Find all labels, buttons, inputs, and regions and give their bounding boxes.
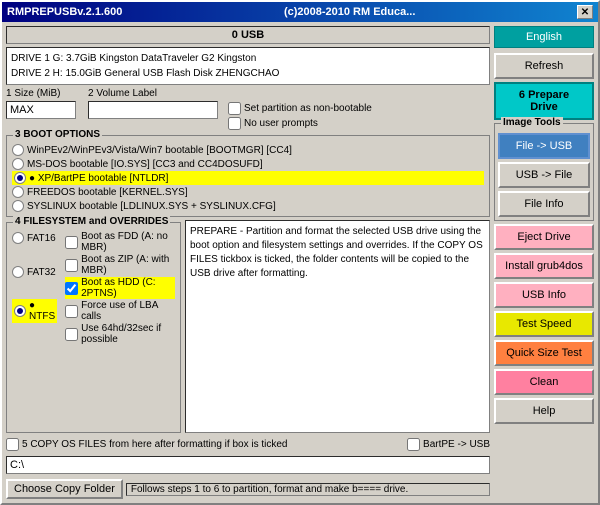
footer-row: Choose Copy Folder Follows steps 1 to 6 … (6, 479, 490, 499)
fs-ntfs[interactable]: ● NTFS (12, 299, 57, 323)
boot-hdd-label[interactable]: Boot as HDD (C: 2PTNS) (65, 277, 175, 299)
filesystem-layout: FAT16 FAT32 ● NTFS (12, 231, 175, 345)
boot-option-0[interactable]: WinPEv2/WinPEv3/Vista/Win7 bootable [BOO… (12, 143, 484, 157)
right-panel: English Refresh 6 Prepare Drive Image To… (494, 26, 594, 499)
radio-3[interactable] (12, 186, 24, 198)
refresh-button[interactable]: Refresh (494, 53, 594, 79)
bartpe-checkbox[interactable] (407, 438, 420, 451)
force-lba-label[interactable]: Force use of LBA calls (65, 300, 175, 322)
fs-fat32[interactable]: FAT32 (12, 265, 57, 279)
close-button[interactable]: ✕ (577, 5, 593, 19)
copy-os-row: 5 COPY OS FILES from here after formatti… (6, 438, 490, 451)
boot-zip-label[interactable]: Boot as ZIP (A: with MBR) (65, 254, 175, 276)
boot-hdd-checkbox[interactable] (65, 282, 78, 295)
radio-4[interactable] (12, 200, 24, 212)
boot-option-4[interactable]: SYSLINUX bootable [LDLINUX.SYS + SYSLINU… (12, 199, 484, 213)
step-text: Follows steps 1 to 6 to partition, forma… (126, 483, 490, 496)
usb-header: 0 USB (6, 26, 490, 44)
main-window: RMPREPUSBv.2.1.600 (c)2008-2010 RM Educa… (0, 0, 600, 505)
partition-checkboxes: Set partition as non-bootable No user pr… (228, 102, 372, 130)
radio-fat16[interactable] (12, 232, 24, 244)
prepare-text-box: PREPARE - Partition and format the selec… (185, 220, 490, 433)
image-tools-title: Image Tools (501, 117, 563, 128)
quick-size-test-button[interactable]: Quick Size Test (494, 340, 594, 366)
main-area: 0 USB DRIVE 1 G: 3.7GiB Kingston DataTra… (2, 22, 598, 503)
choose-copy-folder-button[interactable]: Choose Copy Folder (6, 479, 123, 499)
fs-gap2 (12, 280, 57, 298)
radio-0[interactable] (12, 144, 24, 156)
usb-info-button[interactable]: USB Info (494, 282, 594, 308)
title-right: (c)2008-2010 RM Educa... (284, 6, 415, 18)
test-speed-button[interactable]: Test Speed (494, 311, 594, 337)
boot-zip-checkbox[interactable] (65, 259, 78, 272)
force-lba-checkbox[interactable] (65, 305, 78, 318)
fs-fat16[interactable]: FAT16 (12, 231, 57, 245)
bottom-panels: 4 FILESYSTEM and OVERRIDES FAT16 FAT32 (6, 220, 490, 433)
volume-input[interactable] (88, 101, 218, 119)
filesystem-title: 4 FILESYSTEM and OVERRIDES (13, 216, 170, 227)
no-user-prompts-label[interactable]: No user prompts (228, 117, 372, 130)
radio-1[interactable] (12, 158, 24, 170)
boot-options-title: 3 BOOT OPTIONS (13, 129, 102, 140)
drives-section: DRIVE 1 G: 3.7GiB Kingston DataTraveler … (6, 47, 490, 85)
install-grub4dos-button[interactable]: Install grub4dos (494, 253, 594, 279)
usb-to-file-button[interactable]: USB -> File (498, 162, 590, 188)
prepare-text: PREPARE - Partition and format the selec… (190, 225, 485, 281)
fs-gap1 (12, 246, 57, 264)
drive1-text: DRIVE 1 G: 3.7GiB Kingston DataTraveler … (11, 51, 485, 66)
help-button[interactable]: Help (494, 398, 594, 424)
boot-options-section: 3 BOOT OPTIONS WinPEv2/WinPEv3/Vista/Win… (6, 135, 490, 217)
set-partition-checkbox[interactable] (228, 102, 241, 115)
boot-fdd-label[interactable]: Boot as FDD (A: no MBR) (65, 231, 175, 253)
image-tools-section: Image Tools File -> USB USB -> File File… (494, 123, 594, 221)
volume-group: 2 Volume Label (88, 88, 218, 119)
drive2-text: DRIVE 2 H: 15.0GiB General USB Flash Dis… (11, 66, 485, 81)
language-selector[interactable]: English (494, 26, 594, 48)
boot-options-list: WinPEv2/WinPEv3/Vista/Win7 bootable [BOO… (12, 143, 484, 213)
eject-drive-button[interactable]: Eject Drive (494, 224, 594, 250)
title-left: RMPREPUSBv.2.1.600 (7, 6, 122, 18)
boot-option-1[interactable]: MS-DOS bootable [IO.SYS] [CC3 and CC4DOS… (12, 157, 484, 171)
filesystem-section: 4 FILESYSTEM and OVERRIDES FAT16 FAT32 (6, 222, 181, 433)
copy-os-checkbox[interactable] (6, 438, 19, 451)
fs-radio-options: FAT16 FAT32 ● NTFS (12, 231, 57, 345)
title-bar: RMPREPUSBv.2.1.600 (c)2008-2010 RM Educa… (2, 2, 598, 22)
folder-path-input[interactable] (6, 456, 490, 474)
prepare-drive-button[interactable]: 6 Prepare Drive (494, 82, 594, 120)
copy-os-label[interactable]: 5 COPY OS FILES from here after formatti… (6, 438, 287, 451)
boot-fdd-checkbox[interactable] (65, 236, 78, 249)
no-user-prompts-checkbox[interactable] (228, 117, 241, 130)
radio-ntfs[interactable] (14, 305, 26, 317)
radio-2[interactable] (14, 172, 26, 184)
boot-option-2[interactable]: ● XP/BartPE bootable [NTLDR] (12, 171, 484, 185)
use-64hd-checkbox[interactable] (65, 328, 78, 341)
size-label: 1 Size (MiB) (6, 88, 76, 99)
size-input[interactable] (6, 101, 76, 119)
file-to-usb-button[interactable]: File -> USB (498, 133, 590, 159)
file-info-button[interactable]: File Info (498, 191, 590, 217)
clean-button[interactable]: Clean (494, 369, 594, 395)
size-volume-row: 1 Size (MiB) 2 Volume Label Set partitio… (6, 88, 490, 130)
size-group: 1 Size (MiB) (6, 88, 76, 119)
left-panel: 0 USB DRIVE 1 G: 3.7GiB Kingston DataTra… (6, 26, 490, 499)
bartpe-row: BartPE -> USB (407, 438, 490, 451)
folder-path-row (6, 456, 490, 474)
radio-fat32[interactable] (12, 266, 24, 278)
use-64hd-label[interactable]: Use 64hd/32sec if possible (65, 323, 175, 345)
fs-sub-options: Boot as FDD (A: no MBR) Boot as ZIP (A: … (65, 231, 175, 345)
boot-option-3[interactable]: FREEDOS bootable [KERNEL.SYS] (12, 185, 484, 199)
volume-label: 2 Volume Label (88, 88, 218, 99)
set-partition-label[interactable]: Set partition as non-bootable (228, 102, 372, 115)
